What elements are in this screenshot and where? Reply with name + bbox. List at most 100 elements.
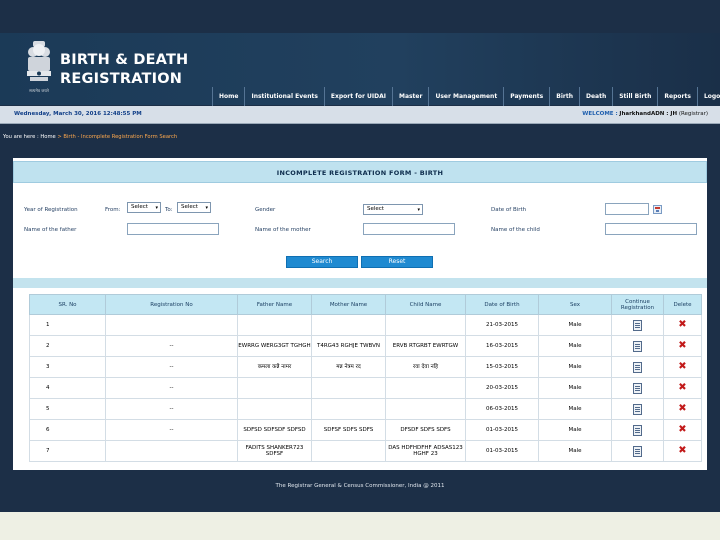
delete-x-icon[interactable]: ✖ (678, 383, 686, 393)
mother-name-input[interactable] (363, 223, 455, 235)
nav-export-uidai[interactable]: Export for UIDAI (323, 87, 392, 106)
cell-registration-no: -- (105, 335, 238, 357)
cell-father (237, 314, 312, 336)
cell-sr: 5 (29, 398, 106, 420)
table-row: 3 -- कमला कन्नै नामर मन्न नेत्रम रद रवा … (29, 356, 702, 378)
document-icon[interactable] (633, 445, 642, 457)
cell-mother (311, 398, 386, 420)
reset-button[interactable]: Reset (361, 256, 433, 268)
nav-master[interactable]: Master (391, 87, 429, 106)
search-button[interactable]: Search (286, 256, 358, 268)
cell-father: SDFSD SDFSDF SDFSD (237, 419, 312, 441)
col-father-name: Father Name (237, 294, 312, 315)
table-row: 4 -- 20-03-2015 Male ✖ (29, 377, 702, 399)
cell-dob: 06-03-2015 (465, 398, 539, 420)
cell-mother (311, 440, 386, 462)
nav-home[interactable]: Home (212, 87, 244, 106)
dob-label: Date of Birth (491, 207, 527, 213)
cell-sex: Male (538, 314, 612, 336)
chevron-down-icon: ▾ (205, 205, 208, 211)
col-continue-registration: Continue Registration (611, 294, 664, 315)
document-icon[interactable] (633, 340, 642, 352)
delete-x-icon[interactable]: ✖ (678, 404, 686, 414)
delete-x-icon[interactable]: ✖ (678, 446, 686, 456)
search-panel: INCOMPLETE REGISTRATION FORM - BIRTH Yea… (13, 158, 707, 470)
calendar-icon[interactable] (653, 205, 662, 214)
cell-registration-no: -- (105, 419, 238, 441)
gender-value: Select (367, 206, 384, 212)
year-label: Year of Registration (24, 207, 78, 213)
document-icon[interactable] (633, 319, 642, 331)
cell-child: DFSDF SDFS SDFS (385, 419, 466, 441)
welcome-text: WELCOME : JharkhandADN : JH (Registrar) (582, 111, 708, 117)
gender-select[interactable]: Select ▾ (363, 204, 423, 215)
to-year-select[interactable]: Select ▾ (177, 202, 211, 213)
document-icon[interactable] (633, 382, 642, 394)
document-icon[interactable] (633, 361, 642, 373)
cell-sex: Male (538, 356, 612, 378)
gender-label: Gender (255, 207, 276, 213)
col-sex: Sex (538, 294, 612, 315)
to-label: To: (165, 207, 173, 213)
section-divider (13, 278, 707, 288)
footer-text: The Registrar General & Census Commissio… (275, 483, 445, 489)
form-title: INCOMPLETE REGISTRATION FORM - BIRTH (13, 161, 707, 183)
breadcrumb-prefix: You are here : (3, 134, 39, 140)
table-row: 1 21-03-2015 Male ✖ (29, 314, 702, 336)
results-table: SR. No Registration No Father Name Mothe… (29, 294, 702, 462)
breadcrumb-home[interactable]: Home (40, 134, 55, 140)
cell-sr: 6 (29, 419, 106, 441)
cell-sex: Male (538, 419, 612, 441)
nav-still-birth[interactable]: Still Birth (612, 87, 657, 106)
table-row: 6 -- SDFSD SDFSDF SDFSD SDFSF SDFS SDFS … (29, 419, 702, 441)
cell-delete: ✖ (663, 314, 702, 336)
cell-father: कमला कन्नै नामर (237, 356, 312, 378)
delete-x-icon[interactable]: ✖ (678, 362, 686, 372)
col-mother-name: Mother Name (311, 294, 386, 315)
cell-father: EWRRG WERG3GT TGHGH (237, 335, 312, 357)
cell-delete: ✖ (663, 440, 702, 462)
nav-death[interactable]: Death (578, 87, 612, 106)
nav-logout[interactable]: Logout (696, 87, 720, 106)
cell-child: ERVB RTGRBT EWRTGW (385, 335, 466, 357)
document-icon[interactable] (633, 403, 642, 415)
chevron-down-icon: ▾ (155, 205, 158, 211)
cell-registration-no: -- (105, 356, 238, 378)
nav-reports[interactable]: Reports (657, 87, 697, 106)
cell-sr: 1 (29, 314, 106, 336)
cell-dob: 01-03-2015 (465, 440, 539, 462)
cell-dob: 16-03-2015 (465, 335, 539, 357)
col-registration-no: Registration No (105, 294, 238, 315)
cell-mother (311, 377, 386, 399)
document-icon[interactable] (633, 424, 642, 436)
cell-sr: 2 (29, 335, 106, 357)
nav-birth[interactable]: Birth (549, 87, 579, 106)
table-row: 5 -- 06-03-2015 Male ✖ (29, 398, 702, 420)
cell-sr: 7 (29, 440, 106, 462)
col-delete: Delete (663, 294, 702, 315)
delete-x-icon[interactable]: ✖ (678, 341, 686, 351)
dob-input[interactable] (605, 203, 649, 215)
delete-x-icon[interactable]: ✖ (678, 320, 686, 330)
col-sr-no: SR. No (29, 294, 106, 315)
current-date: Wednesday, March 30, 2016 12:48:55 PM (14, 111, 142, 117)
from-label: From: (105, 207, 121, 213)
cell-father: FADITS SHANKER723 SDFSF (237, 440, 312, 462)
father-name-input[interactable] (127, 223, 219, 235)
from-year-value: Select (131, 204, 148, 210)
nav-payments[interactable]: Payments (503, 87, 549, 106)
nav-institutional-events[interactable]: Institutional Events (244, 87, 323, 106)
cell-child (385, 377, 466, 399)
cell-sex: Male (538, 377, 612, 399)
user-name: JharkhandADN : JH (619, 111, 678, 117)
nav-user-management[interactable]: User Management (428, 87, 503, 106)
cell-continue (611, 377, 664, 399)
cell-delete: ✖ (663, 419, 702, 441)
breadcrumb: You are here : Home > Birth - Incomplete… (3, 134, 177, 140)
child-name-input[interactable] (605, 223, 697, 235)
delete-x-icon[interactable]: ✖ (678, 425, 686, 435)
main-nav: Home Institutional Events Export for UID… (212, 87, 720, 106)
application-window: सत्यमेव जयते BIRTH & DEATH REGISTRATION … (0, 0, 720, 512)
cell-child: DAS HDFHDFHF ADSAS123 HGHF 23 (385, 440, 466, 462)
from-year-select[interactable]: Select ▾ (127, 202, 161, 213)
